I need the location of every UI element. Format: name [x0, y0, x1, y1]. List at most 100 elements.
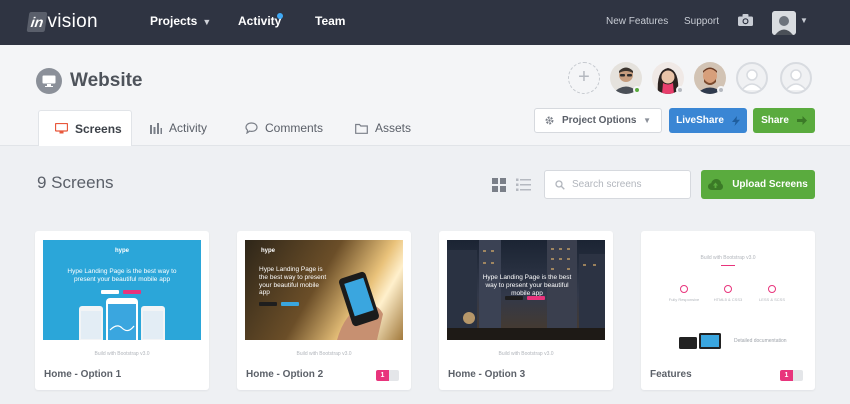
user-photo-icon [772, 11, 796, 35]
thumbnail-logo: hype [115, 248, 130, 254]
nav-projects-label: Projects [150, 14, 198, 28]
lightning-bolt-icon [731, 115, 740, 126]
nav-team[interactable]: Team [315, 14, 345, 28]
user-menu-chevron-icon[interactable]: ▼ [800, 16, 808, 25]
empty-seat-avatar[interactable] [780, 62, 812, 94]
thumbnail-button [527, 296, 545, 300]
user-avatar[interactable] [772, 11, 796, 35]
thumbnail-headline: Build with Bootstrap v3.0 [700, 255, 756, 261]
badge-tail [793, 370, 803, 381]
thumbnail-headline: Hype Landing Page is the best way to pre… [482, 274, 572, 297]
monitor-icon [36, 68, 62, 94]
feature-icon [680, 285, 688, 293]
upload-screens-button[interactable]: Upload Screens [701, 170, 815, 199]
screen-card[interactable]: Build with Bootstrap v3.0 Fully Responsi… [641, 231, 815, 390]
feature-label: LESS & SCSS [758, 297, 785, 302]
nav-support[interactable]: Support [684, 16, 719, 27]
feature-icon [724, 285, 732, 293]
screens-count: 9 Screens [37, 173, 114, 192]
tab-comments[interactable]: Comments [245, 110, 323, 146]
search-icon [555, 179, 565, 190]
person-placeholder-icon [785, 69, 807, 91]
project-title: Website [70, 70, 143, 91]
nav-projects[interactable]: Projects ▼ [150, 14, 211, 28]
screen-name[interactable]: Home - Option 3 [448, 369, 525, 380]
offline-status-dot [676, 86, 684, 94]
invision-logo[interactable]: in vision [26, 11, 98, 33]
tab-screens-label: Screens [75, 121, 122, 136]
hand-holding-phone-image [337, 271, 383, 340]
project-options-dropdown[interactable]: Project Options ▼ [534, 108, 662, 133]
screen-name[interactable]: Home - Option 1 [44, 369, 121, 380]
online-status-dot [633, 86, 641, 94]
thumbnail-caption: Build with Bootstrap v3.0 [94, 351, 150, 357]
chevron-down-icon: ▼ [202, 17, 212, 27]
screen-name[interactable]: Features [650, 369, 692, 380]
thumbnail-button [101, 290, 119, 294]
list-view-icon[interactable] [516, 178, 531, 192]
share-label: Share [761, 115, 789, 126]
nav-activity-label: Activity [238, 14, 282, 28]
screen-thumbnail[interactable]: Hype Landing Page is the best way to pre… [447, 240, 605, 340]
speech-bubble-icon [245, 122, 258, 134]
feature-label: Fully Responsive [668, 297, 700, 302]
add-collaborator-button[interactable]: + [568, 62, 600, 94]
share-button[interactable]: Share [753, 108, 815, 133]
feature-caption: Detailed documentation [734, 338, 787, 344]
thumbnail-headline: Hype Landing Page is the best way to pre… [67, 268, 177, 283]
tab-activity[interactable]: Activity [150, 110, 207, 146]
tab-assets[interactable]: Assets [355, 110, 411, 146]
liveshare-button[interactable]: LiveShare [669, 108, 747, 133]
screen-card[interactable]: Hype Landing Page is the best way to pre… [439, 231, 613, 390]
project-header: Website + Screens Activity Comments Asse… [0, 45, 850, 146]
screen-card[interactable]: hype Hype Landing Page is the best way t… [35, 231, 209, 390]
phone-mockups-image [79, 298, 165, 340]
camera-icon[interactable] [738, 14, 753, 26]
screen-name[interactable]: Home - Option 2 [246, 369, 323, 380]
cloud-upload-icon [708, 179, 724, 190]
thumbnail-button [505, 296, 523, 300]
screen-thumbnail[interactable]: hype Hype Landing Page is the best way t… [245, 240, 403, 340]
thumbnail-divider [721, 265, 735, 266]
tab-activity-label: Activity [169, 121, 208, 135]
tab-assets-label: Assets [375, 121, 412, 135]
thumbnail-caption: Build with Bootstrap v3.0 [498, 351, 554, 357]
screen-card[interactable]: hype Hype Landing Page is the best way t… [237, 231, 411, 390]
monitor-icon [55, 123, 68, 134]
thumbnail-caption: Build with Bootstrap v3.0 [296, 351, 352, 357]
comment-count-badge[interactable]: 1 [780, 370, 803, 381]
screen-thumbnail[interactable]: Build with Bootstrap v3.0 Fully Responsi… [649, 240, 807, 360]
nav-new-features[interactable]: New Features [606, 16, 668, 27]
feature-label: HTML5 & CSS3 [713, 297, 743, 302]
grid-view-icon[interactable] [492, 178, 506, 192]
arrow-right-icon [796, 116, 807, 125]
gear-icon [545, 116, 554, 125]
logo-mark: in [26, 12, 48, 32]
comment-count-badge[interactable]: 1 [376, 370, 399, 381]
search-input[interactable] [572, 179, 682, 190]
empty-seat-avatar[interactable] [736, 62, 768, 94]
nav-team-label: Team [315, 14, 346, 28]
liveshare-label: LiveShare [676, 115, 724, 126]
feature-icon [768, 285, 776, 293]
tab-screens[interactable]: Screens [38, 110, 132, 146]
tab-comments-label: Comments [265, 121, 324, 135]
project-options-label: Project Options [562, 115, 637, 126]
nav-activity[interactable]: Activity [238, 14, 281, 28]
offline-status-dot [717, 86, 725, 94]
logo-wordmark: vision [47, 11, 98, 32]
comment-count: 1 [376, 370, 389, 381]
screen-thumbnail[interactable]: hype Hype Landing Page is the best way t… [43, 240, 201, 340]
badge-tail [389, 370, 399, 381]
bar-chart-icon [150, 122, 162, 134]
thumbnail-button [123, 290, 141, 294]
devices-mockup-image [679, 333, 721, 349]
activity-notification-dot [277, 13, 283, 19]
folder-icon [355, 123, 368, 134]
person-placeholder-icon [741, 69, 763, 91]
chevron-down-icon: ▼ [643, 116, 651, 125]
search-screens-field[interactable] [544, 170, 691, 199]
upload-screens-label: Upload Screens [732, 179, 808, 190]
comment-count: 1 [780, 370, 793, 381]
top-navigation-bar: in vision Projects ▼ Activity Team New Fe… [0, 0, 850, 45]
